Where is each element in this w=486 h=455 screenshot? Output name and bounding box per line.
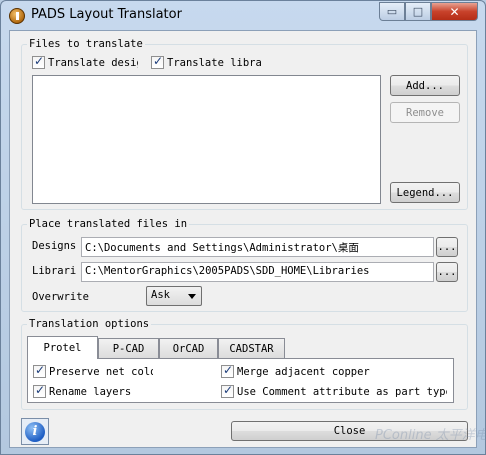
tab-orcad[interactable]: OrCAD: [159, 338, 218, 358]
watermark: PConline 太平洋电脑网: [375, 428, 486, 443]
legend-button[interactable]: Legend...: [390, 182, 460, 203]
preserve-net-color-checkbox[interactable]: Preserve net colo: [33, 365, 153, 378]
use-comment-check-icon: [221, 385, 234, 398]
overwrite-dropdown[interactable]: Ask: [146, 286, 202, 306]
minimize-button[interactable]: ▭: [379, 2, 405, 21]
place-group: Place translated files in Designs C:\Doc…: [21, 218, 468, 312]
tab-orcad-label: OrCAD: [172, 342, 205, 355]
libraries-browse-button[interactable]: ...: [436, 262, 458, 282]
overwrite-label: Overwrite: [32, 291, 89, 303]
tab-p-cad-label: P-CAD: [112, 342, 145, 355]
legend-button-label: Legend...: [396, 186, 454, 199]
designs-label: Designs: [32, 240, 76, 252]
designs-path-field[interactable]: C:\Documents and Settings\Administrator\…: [81, 237, 434, 257]
protel-options-panel: Preserve net colo Rename layers Merge ad…: [27, 358, 454, 403]
use-comment-attribute-checkbox[interactable]: Use Comment attribute as part type: [221, 385, 447, 398]
place-group-label: Place translated files in: [27, 218, 190, 230]
dialog-client: Files to translate Translate desig Trans…: [9, 30, 486, 448]
dialog-window: PADS Layout Translator ▭ □ ✕ Files to tr…: [0, 0, 486, 455]
info-button[interactable]: i: [21, 418, 49, 445]
close-button-label: Close: [333, 425, 366, 437]
designs-browse-button[interactable]: ...: [436, 237, 458, 257]
use-comment-label: Use Comment attribute as part type: [237, 385, 447, 398]
translate-library-checkbox[interactable]: Translate libra: [151, 56, 261, 69]
merge-adjacent-copper-checkbox[interactable]: Merge adjacent copper: [221, 365, 421, 378]
merge-label: Merge adjacent copper: [237, 365, 370, 378]
libraries-browse-label: ...: [437, 266, 457, 278]
preserve-label: Preserve net colo: [49, 365, 153, 378]
libraries-path-field[interactable]: C:\MentorGraphics\2005PADS\SDD_HOME\Libr…: [81, 262, 434, 282]
info-icon: i: [25, 421, 45, 442]
tab-p-cad[interactable]: P-CAD: [98, 338, 159, 358]
tab-cadstar[interactable]: CADSTAR: [218, 338, 285, 358]
add-button-label: Add...: [406, 79, 444, 92]
app-icon: [9, 8, 25, 24]
files-list[interactable]: [32, 75, 381, 204]
translate-design-checkbox[interactable]: Translate desig: [32, 56, 138, 69]
libraries-label: Librari: [32, 265, 77, 277]
designs-browse-label: ...: [437, 241, 457, 253]
translate-design-label: Translate desig: [48, 56, 138, 69]
maximize-button[interactable]: □: [405, 2, 431, 21]
rename-check-icon: [33, 385, 46, 398]
remove-button-label: Remove: [406, 106, 444, 119]
tab-protel[interactable]: Protel: [27, 336, 98, 359]
merge-check-icon: [221, 365, 234, 378]
translate-design-check-icon: [32, 56, 45, 69]
maximize-icon: □: [412, 5, 424, 18]
preserve-check-icon: [33, 365, 46, 378]
options-group: Translation options Protel P-CAD OrCAD C…: [21, 318, 468, 410]
files-group: Files to translate Translate desig Trans…: [21, 38, 468, 210]
title-bar[interactable]: PADS Layout Translator ▭ □ ✕: [1, 1, 485, 29]
translate-library-check-icon: [151, 56, 164, 69]
close-window-button[interactable]: ✕: [431, 2, 478, 21]
overwrite-value: Ask: [151, 289, 170, 301]
tab-cadstar-label: CADSTAR: [229, 342, 274, 355]
tab-protel-label: Protel: [43, 342, 82, 354]
chevron-down-icon: [188, 294, 196, 299]
rename-label: Rename layers: [49, 385, 132, 398]
minimize-icon: ▭: [386, 5, 398, 18]
translate-library-label: Translate libra: [167, 56, 261, 69]
window-title: PADS Layout Translator: [31, 7, 182, 22]
files-group-label: Files to translate: [27, 38, 145, 50]
close-icon: ✕: [449, 4, 460, 19]
options-group-label: Translation options: [27, 318, 152, 330]
remove-button[interactable]: Remove: [390, 102, 460, 123]
rename-layers-checkbox[interactable]: Rename layers: [33, 385, 173, 398]
add-button[interactable]: Add...: [390, 75, 460, 96]
